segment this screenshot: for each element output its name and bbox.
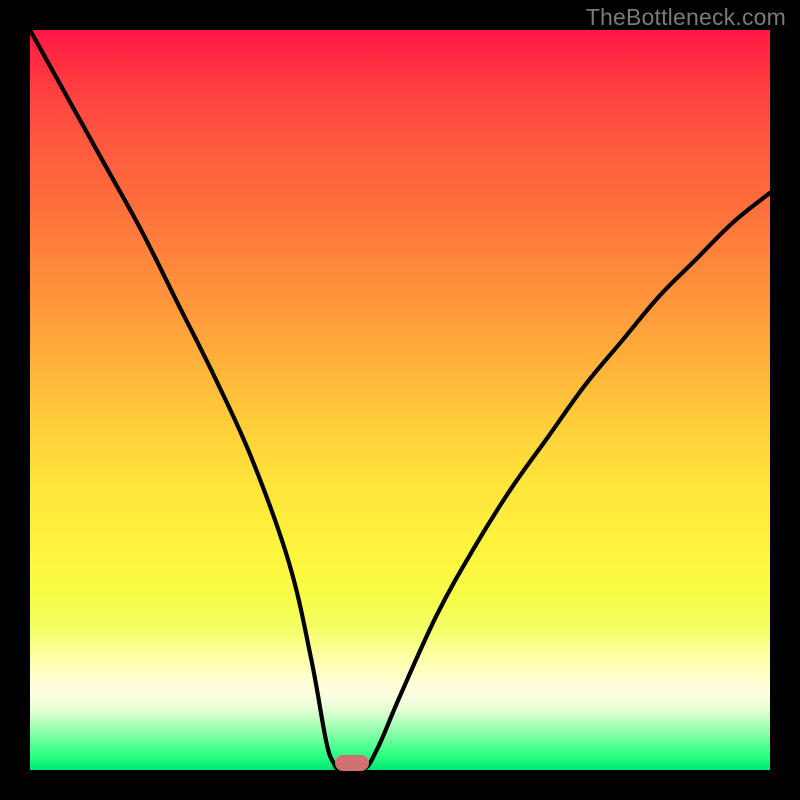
plot-area [30,30,770,770]
chart-frame: TheBottleneck.com [0,0,800,800]
watermark-text: TheBottleneck.com [586,4,786,31]
bottleneck-marker [335,755,369,771]
bottleneck-curve [30,30,770,770]
